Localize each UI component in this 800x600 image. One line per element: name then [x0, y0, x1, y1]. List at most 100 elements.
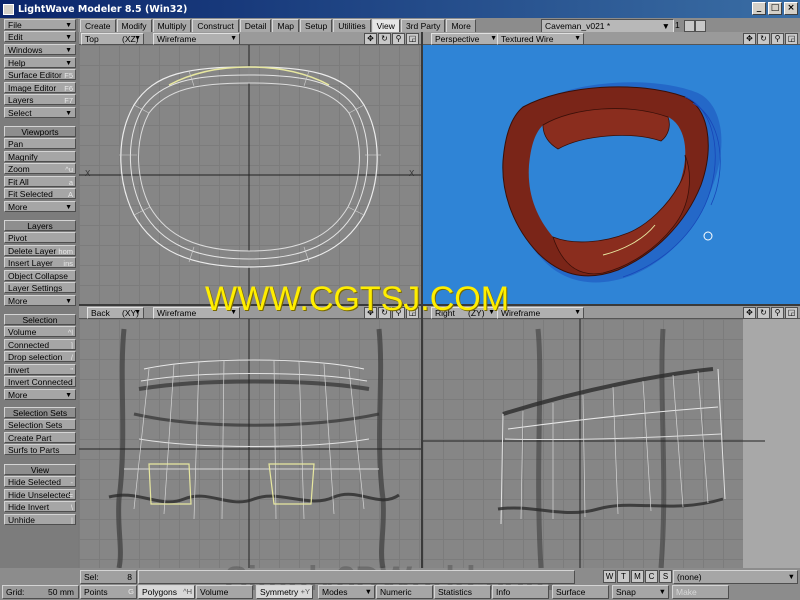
wtmcs-w-button[interactable]: W	[603, 570, 616, 583]
object-collapse-button[interactable]: Object Collapse	[4, 270, 76, 281]
layer-settings-button[interactable]: Layer Settings	[4, 282, 76, 293]
object-name: Caveman_v021 *	[545, 21, 611, 31]
render-mode-dropdown[interactable]: Wireframe ▼	[153, 33, 240, 45]
maximize-viewport-icon[interactable]: ◲	[785, 307, 798, 319]
viewport-back[interactable]: Back (XY) ▼ Wireframe ▼ ✥ ↻ ⚲ ◲	[79, 306, 421, 568]
tab-construct[interactable]: Construct	[192, 19, 239, 33]
delete-layer-button[interactable]: Delete Layer hom	[4, 245, 76, 256]
tab-detail[interactable]: Detail	[239, 19, 272, 33]
viewport-top[interactable]: X X Top (XZ) ▼ Wireframe ▼ ✥ ↻ ⚲ ◲	[79, 32, 421, 304]
viewports-header: Viewports	[4, 126, 76, 137]
unhide-button[interactable]: Unhide |	[4, 514, 76, 525]
viewports-more-button[interactable]: More ▼	[4, 201, 76, 212]
maximize-button[interactable]: □	[768, 2, 782, 15]
tab-more[interactable]: More	[446, 19, 476, 33]
perspective-model	[502, 82, 722, 283]
view-type-dropdown[interactable]: Perspective ▼	[431, 33, 500, 45]
hide-invert-button[interactable]: Hide Invert \	[4, 501, 76, 512]
tab-create[interactable]: Create	[80, 19, 116, 33]
invert-connected-button[interactable]: Invert Connected	[4, 376, 76, 387]
surfs-to-parts-button[interactable]: Surfs to Parts	[4, 444, 76, 455]
volume-select-button[interactable]: Volume ^l	[4, 326, 76, 337]
fit-selected-button[interactable]: Fit Selected A	[4, 188, 76, 199]
surface-button[interactable]: Surface	[552, 585, 609, 599]
viewport-perspective[interactable]: Perspective ▼ Textured Wire ▼ ✥ ↻ ⚲ ◲	[423, 32, 800, 304]
image-editor-button[interactable]: Image Editor F6	[4, 82, 76, 93]
close-button[interactable]: ×	[784, 2, 798, 15]
pivot-button[interactable]: Pivot	[4, 232, 76, 243]
render-mode-dropdown[interactable]: Textured Wire ▼	[497, 33, 584, 45]
minimize-button[interactable]: _	[752, 2, 766, 15]
wtmcs-t-button[interactable]: T	[617, 570, 630, 583]
wtmcs-c-button[interactable]: C	[645, 570, 658, 583]
object-selector[interactable]: Caveman_v021 * ▼	[541, 19, 674, 33]
info-field	[138, 570, 575, 584]
hide-unselected-button[interactable]: Hide Unselected =	[4, 489, 76, 500]
wtmcs-m-button[interactable]: M	[631, 570, 644, 583]
surface-editor-button[interactable]: Surface Editor F5	[4, 69, 76, 80]
points-mode-button[interactable]: Points G	[80, 585, 137, 599]
tab-3rd-party[interactable]: 3rd Party	[400, 19, 446, 33]
tab-map[interactable]: Map	[272, 19, 300, 33]
statistics-button[interactable]: Statistics	[434, 585, 491, 599]
maximize-viewport-icon[interactable]: ◲	[406, 33, 419, 45]
layers-more-button[interactable]: More ▼	[4, 295, 76, 306]
polygons-mode-button[interactable]: Polygons ^H	[138, 585, 195, 599]
pan-icon[interactable]: ✥	[364, 33, 377, 45]
surface-select-dropdown[interactable]: (none) ▼	[673, 570, 798, 584]
rotate-icon[interactable]: ↻	[378, 33, 391, 45]
select-button[interactable]: Select ▼	[4, 107, 76, 118]
symmetry-toggle[interactable]: Symmetry +Y	[256, 585, 313, 599]
selection-count-field: Sel: 8	[80, 570, 137, 584]
menu-edit[interactable]: Edit ▼	[4, 31, 76, 42]
make-button[interactable]: Make	[672, 585, 729, 599]
viewport-header: Perspective ▼ Textured Wire ▼ ✥ ↻ ⚲ ◲	[423, 32, 800, 45]
pan-icon[interactable]: ✥	[743, 33, 756, 45]
viewport-controls: ✥ ↻ ⚲ ◲	[743, 33, 798, 45]
tab-utilities[interactable]: Utilities	[333, 19, 371, 33]
create-part-button[interactable]: Create Part	[4, 432, 76, 443]
insert-layer-button[interactable]: Insert Layer ins	[4, 257, 76, 268]
invert-button[interactable]: Invert "	[4, 364, 76, 375]
right-view-wireframe	[423, 319, 800, 568]
zoom-button[interactable]: Zoom ^u	[4, 163, 76, 174]
layers-button[interactable]: Layers F7	[4, 94, 76, 105]
numeric-button[interactable]: Numeric	[376, 585, 433, 599]
tab-setup[interactable]: Setup	[300, 19, 333, 33]
viewport-right[interactable]: Right (ZY) ▼ Wireframe ▼ ✥ ↻ ⚲ ◲	[423, 306, 800, 568]
wtmcs-s-button[interactable]: S	[659, 570, 672, 583]
layer-foreground-toggle[interactable]	[684, 20, 695, 32]
pan-button[interactable]: Pan	[4, 138, 76, 149]
volume-mode-button[interactable]: Volume	[196, 585, 253, 599]
window-controls: _ □ ×	[752, 2, 798, 15]
drop-selection-button[interactable]: Drop selection /	[4, 351, 76, 362]
maximize-viewport-icon[interactable]: ◲	[785, 33, 798, 45]
magnify-button[interactable]: Magnify	[4, 151, 76, 162]
connected-button[interactable]: Connected]	[4, 339, 76, 350]
rotate-icon[interactable]: ↻	[757, 307, 770, 319]
zoom-icon[interactable]: ⚲	[771, 33, 784, 45]
layer-background-toggle[interactable]	[695, 20, 706, 32]
menu-windows[interactable]: Windows ▼	[4, 44, 76, 55]
zoom-icon[interactable]: ⚲	[771, 307, 784, 319]
selection-more-button[interactable]: More ▼	[4, 389, 76, 400]
rotate-icon[interactable]: ↻	[757, 33, 770, 45]
snap-dropdown[interactable]: Snap ▼	[612, 585, 669, 599]
hide-selected-button[interactable]: Hide Selected -	[4, 476, 76, 487]
layers-header: Layers	[4, 220, 76, 231]
info-button[interactable]: Info	[492, 585, 549, 599]
view-type-dropdown[interactable]: Back (XY) ▼	[87, 307, 144, 319]
pan-icon[interactable]: ✥	[743, 307, 756, 319]
modes-dropdown[interactable]: Modes ▼	[318, 585, 375, 599]
tab-bar: Create Modify Multiply Construct Detail …	[80, 19, 477, 33]
tab-view[interactable]: View	[371, 19, 400, 33]
selection-sets-button[interactable]: Selection Sets	[4, 419, 76, 430]
zoom-icon[interactable]: ⚲	[392, 33, 405, 45]
tab-modify[interactable]: Modify	[116, 19, 152, 33]
menu-help[interactable]: Help ▼	[4, 57, 76, 68]
render-mode-dropdown[interactable]: Wireframe ▼	[497, 307, 584, 319]
view-type-dropdown[interactable]: Top (XZ) ▼	[81, 33, 144, 45]
menu-file[interactable]: File ▼	[4, 19, 76, 30]
fit-all-button[interactable]: Fit All a	[4, 176, 76, 187]
tab-multiply[interactable]: Multiply	[152, 19, 192, 33]
